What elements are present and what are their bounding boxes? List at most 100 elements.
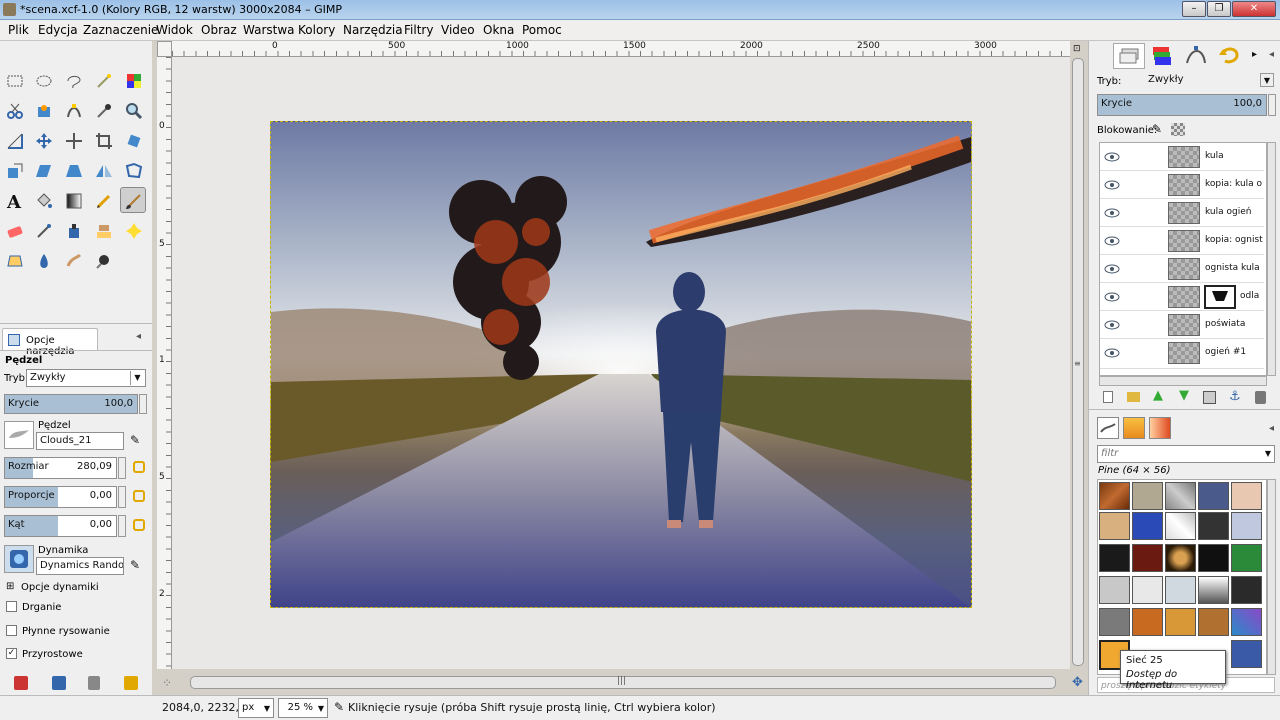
panel-menu-icon[interactable]: ◂ [136,331,141,342]
tab-paths[interactable] [1181,43,1213,69]
edit-brush-icon[interactable]: ✎ [130,433,140,447]
pattern-swatch[interactable] [1198,576,1229,604]
unit-select[interactable]: px ▼ [238,698,274,718]
incremental-checkbox[interactable]: ✓ [6,648,17,659]
opacity-spinner[interactable] [139,394,147,414]
menu-zaznaczenie[interactable]: Zaznaczenie [83,23,158,37]
lock-alpha-icon[interactable] [1171,123,1185,136]
pattern-swatch[interactable] [1099,482,1130,510]
navigate-icon[interactable]: ✥ [1072,675,1083,690]
pencil-tool-icon[interactable] [91,188,117,214]
size-spinner[interactable] [118,457,126,479]
pattern-swatch[interactable] [1198,608,1229,636]
zoom-tool-icon[interactable] [121,98,147,124]
angle-spinner[interactable] [118,515,126,537]
layer-row[interactable]: kopia: kula o [1100,171,1264,199]
panel-menu-icon[interactable]: ◂ [1269,423,1274,434]
menu-warstwa[interactable]: Warstwa [243,23,295,37]
layer-row[interactable]: kula ogień [1100,199,1264,227]
size-slider[interactable]: Rozmiar 280,09 [4,457,117,479]
pattern-swatch[interactable] [1231,544,1262,572]
reset-size-icon[interactable] [133,461,145,473]
raise-layer-icon[interactable]: ▲ [1153,388,1163,403]
menu-pomoc[interactable]: Pomoc [522,23,562,37]
rect-select-tool-icon[interactable] [2,68,28,94]
pattern-swatch[interactable] [1165,576,1196,604]
bucket-fill-tool-icon[interactable] [31,188,57,214]
crop-tool-icon[interactable] [91,128,117,154]
dynamics-options-expander[interactable]: Opcje dynamiki [21,582,99,593]
brush-name-field[interactable]: Clouds_21 [36,432,124,450]
new-layer-group-icon[interactable] [1127,392,1140,402]
align-tool-icon[interactable] [61,128,87,154]
new-layer-icon[interactable] [1103,391,1113,403]
quick-mask-corner-icon[interactable] [157,41,172,57]
duplicate-layer-icon[interactable] [1203,391,1216,404]
color-select-tool-icon[interactable] [121,68,147,94]
pattern-swatch[interactable] [1099,576,1130,604]
gradient-tool-icon[interactable] [61,188,87,214]
tab-channels[interactable] [1147,43,1179,69]
close-button[interactable]: ✕ [1232,1,1276,17]
menu-okna[interactable]: Okna [483,23,514,37]
pattern-swatch[interactable] [1165,544,1196,572]
pattern-swatch[interactable] [1132,608,1163,636]
smudge-tool-icon[interactable] [61,248,87,274]
color-picker-tool-icon[interactable] [91,98,117,124]
minimize-button[interactable]: – [1182,1,1206,17]
reset-angle-icon[interactable] [133,519,145,531]
pattern-swatch[interactable] [1231,608,1262,636]
tab-gradients[interactable] [1149,417,1171,439]
tab-brushes[interactable] [1097,417,1119,439]
text-tool-icon[interactable]: A [2,188,28,214]
zoom-toggle-icon[interactable]: ⊡ [1073,44,1081,54]
menu-edycja[interactable]: Edycja [38,23,78,37]
layer-row[interactable]: poświata [1100,311,1264,339]
patterns-vscroll[interactable] [1267,479,1276,675]
mode-select[interactable]: Zwykły ▼ [26,369,146,387]
maximize-button[interactable]: ❐ [1207,1,1231,17]
pattern-swatch[interactable] [1198,482,1229,510]
rotate-tool-icon[interactable] [121,128,147,154]
perspective-clone-tool-icon[interactable] [2,248,28,274]
measure-tool-icon[interactable] [2,128,28,154]
flip-tool-icon[interactable] [91,158,117,184]
perspective-tool-icon[interactable] [61,158,87,184]
dynamics-name-field[interactable]: Dynamics Random [36,557,124,575]
layer-mask-thumbnail[interactable] [1204,285,1236,309]
pattern-swatch[interactable] [1099,512,1130,540]
visibility-eye-icon[interactable] [1104,292,1120,305]
reset-options-icon[interactable] [124,676,138,690]
ratio-spinner[interactable] [118,486,126,508]
horizontal-scrollbar[interactable]: ||| [190,676,1056,689]
layer-mode-select[interactable]: Zwykły ▼ [1145,72,1275,90]
foreground-select-tool-icon[interactable] [31,98,57,124]
layer-row[interactable]: odla [1100,283,1264,311]
ellipse-select-tool-icon[interactable] [31,68,57,94]
menu-widok[interactable]: Widok [156,23,193,37]
pattern-swatch[interactable] [1198,544,1229,572]
expander-plus-icon[interactable]: ⊞ [6,581,14,592]
tool-options-tab[interactable]: Opcje narzędzia [2,328,98,357]
pattern-swatch[interactable] [1099,544,1130,572]
fuzzy-select-tool-icon[interactable] [91,68,117,94]
angle-slider[interactable]: Kąt 0,00 [4,515,117,537]
anchor-layer-icon[interactable]: ⚓ [1229,389,1241,404]
delete-options-icon[interactable] [88,676,100,690]
airbrush-tool-icon[interactable] [31,218,57,244]
image-canvas[interactable] [270,121,972,608]
save-options-icon[interactable] [14,676,28,690]
pattern-swatch[interactable] [1231,640,1262,668]
layers-vscroll[interactable] [1267,142,1276,376]
menu-plik[interactable]: Plik [8,23,29,37]
restore-options-icon[interactable] [52,676,66,690]
pattern-swatch[interactable] [1198,512,1229,540]
lower-layer-icon[interactable]: ▼ [1179,388,1189,403]
layer-row[interactable]: kopia: ognist [1100,227,1264,255]
cage-transform-tool-icon[interactable] [121,158,147,184]
zoom-select[interactable]: 25 % ▼ [278,698,328,718]
lasso-tool-icon[interactable] [61,68,87,94]
smooth-checkbox[interactable] [6,625,17,636]
menu-filtry[interactable]: Filtry [404,23,433,37]
navigation-cross-icon[interactable]: ⁘ [162,676,172,690]
